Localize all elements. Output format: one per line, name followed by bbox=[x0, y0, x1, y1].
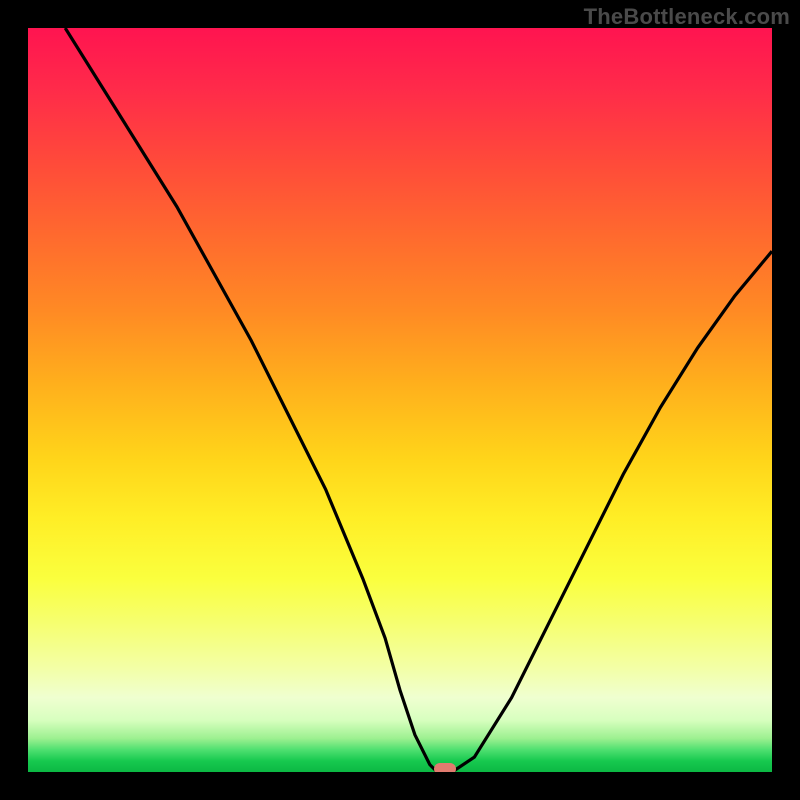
optimal-marker bbox=[434, 763, 456, 772]
chart-frame: TheBottleneck.com bbox=[0, 0, 800, 800]
bottleneck-curve-path bbox=[65, 28, 772, 772]
bottleneck-curve bbox=[28, 28, 772, 772]
watermark-text: TheBottleneck.com bbox=[584, 4, 790, 30]
plot-area bbox=[28, 28, 772, 772]
